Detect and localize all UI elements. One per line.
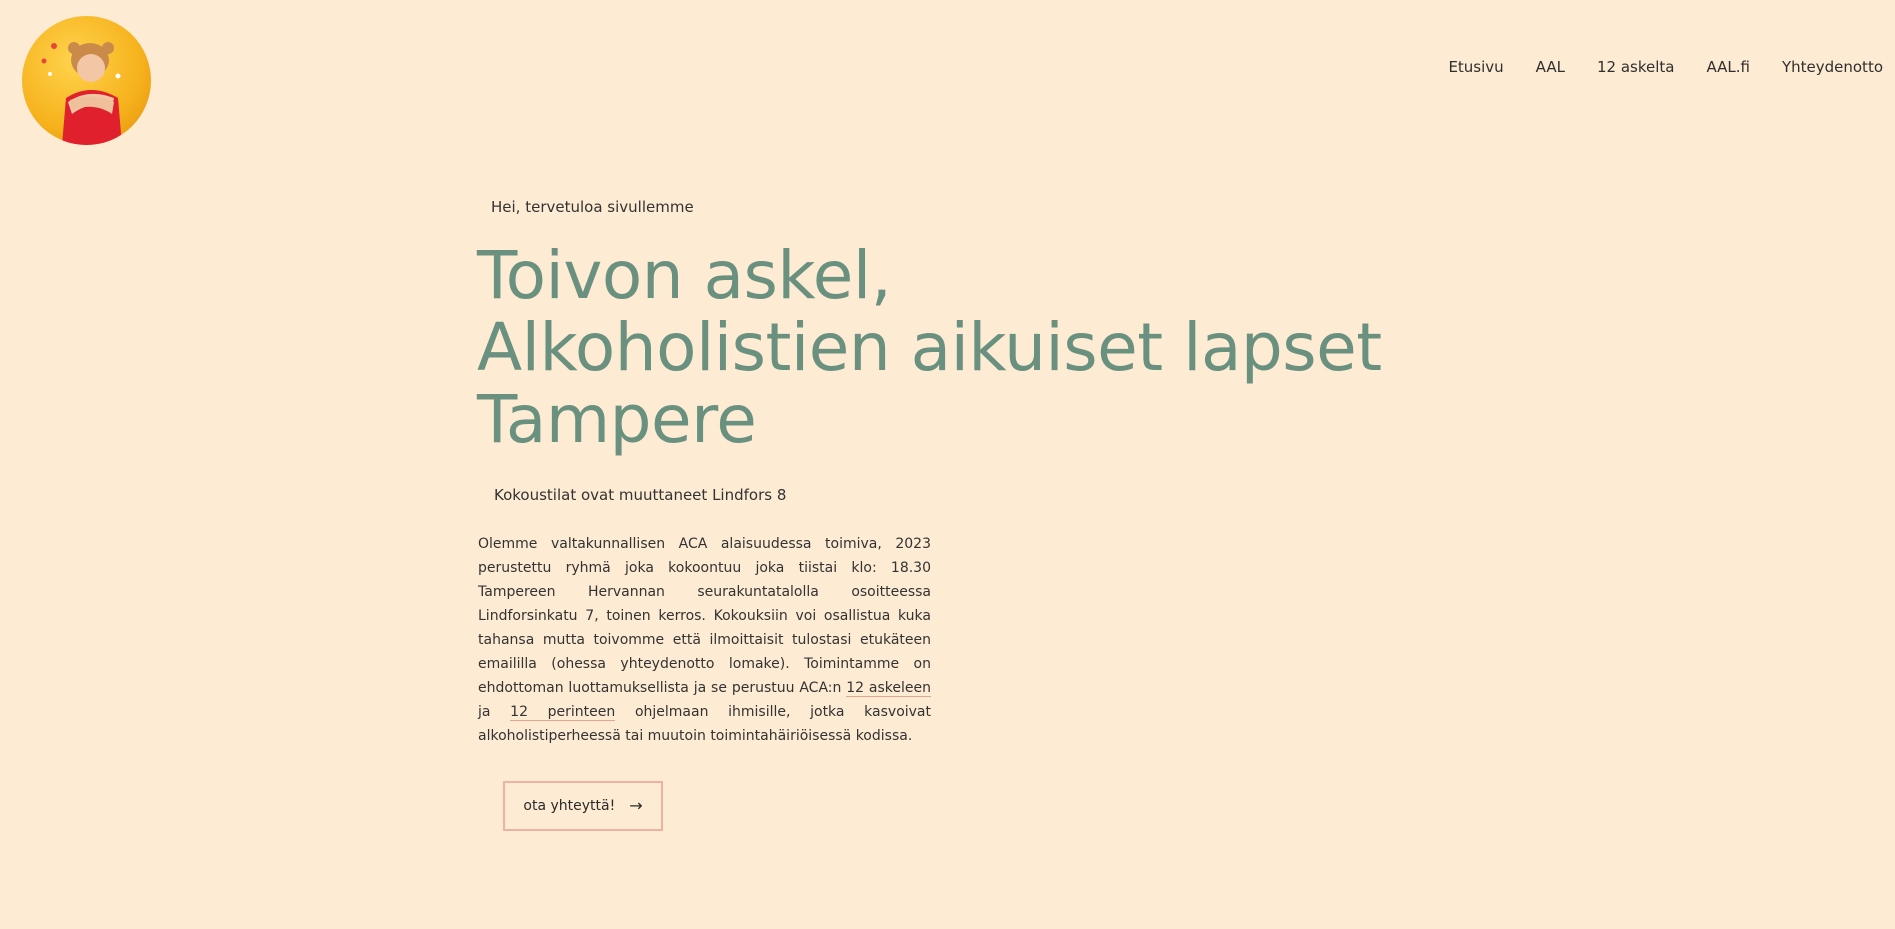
nav-item-etusivu[interactable]: Etusivu	[1448, 58, 1503, 76]
intro-text-part-1: Olemme valtakunnallisen ACA alaisuudessa…	[478, 536, 931, 696]
contact-us-label: ota yhteyttä!	[523, 798, 616, 814]
link-12-traditions[interactable]: 12 perinteen	[510, 704, 616, 721]
arrow-right-icon: →	[629, 796, 643, 815]
logo-image	[22, 16, 151, 145]
page-title-line-1: Toivon askel,	[477, 237, 892, 314]
intro-paragraph: Olemme valtakunnallisen ACA alaisuudessa…	[478, 532, 931, 748]
nav-item-12-askelta[interactable]: 12 askelta	[1597, 58, 1674, 76]
main-nav: Etusivu AAL 12 askelta AAL.fi Yhteydenot…	[1448, 58, 1883, 76]
page-title-line-2: Alkoholistien aikuiset lapset	[477, 309, 1382, 386]
intro-text-part-2: ja	[478, 704, 511, 720]
nav-item-yhteydenotto[interactable]: Yhteydenotto	[1782, 58, 1883, 76]
nav-item-aal[interactable]: AAL	[1536, 58, 1565, 76]
hero-eyebrow: Hei, tervetuloa sivullemme	[491, 198, 694, 216]
nav-item-aal-fi[interactable]: AAL.fi	[1706, 58, 1750, 76]
page-title-line-3: Tampere	[477, 381, 757, 458]
meeting-location-notice: Kokoustilat ovat muuttaneet Lindfors 8	[494, 486, 787, 504]
link-12-steps[interactable]: 12 askeleen	[846, 680, 931, 697]
logo-link[interactable]	[22, 16, 151, 145]
page-title: Toivon askel, Alkoholistien aikuiset lap…	[477, 237, 1382, 458]
contact-us-button[interactable]: ota yhteyttä! →	[503, 781, 663, 831]
